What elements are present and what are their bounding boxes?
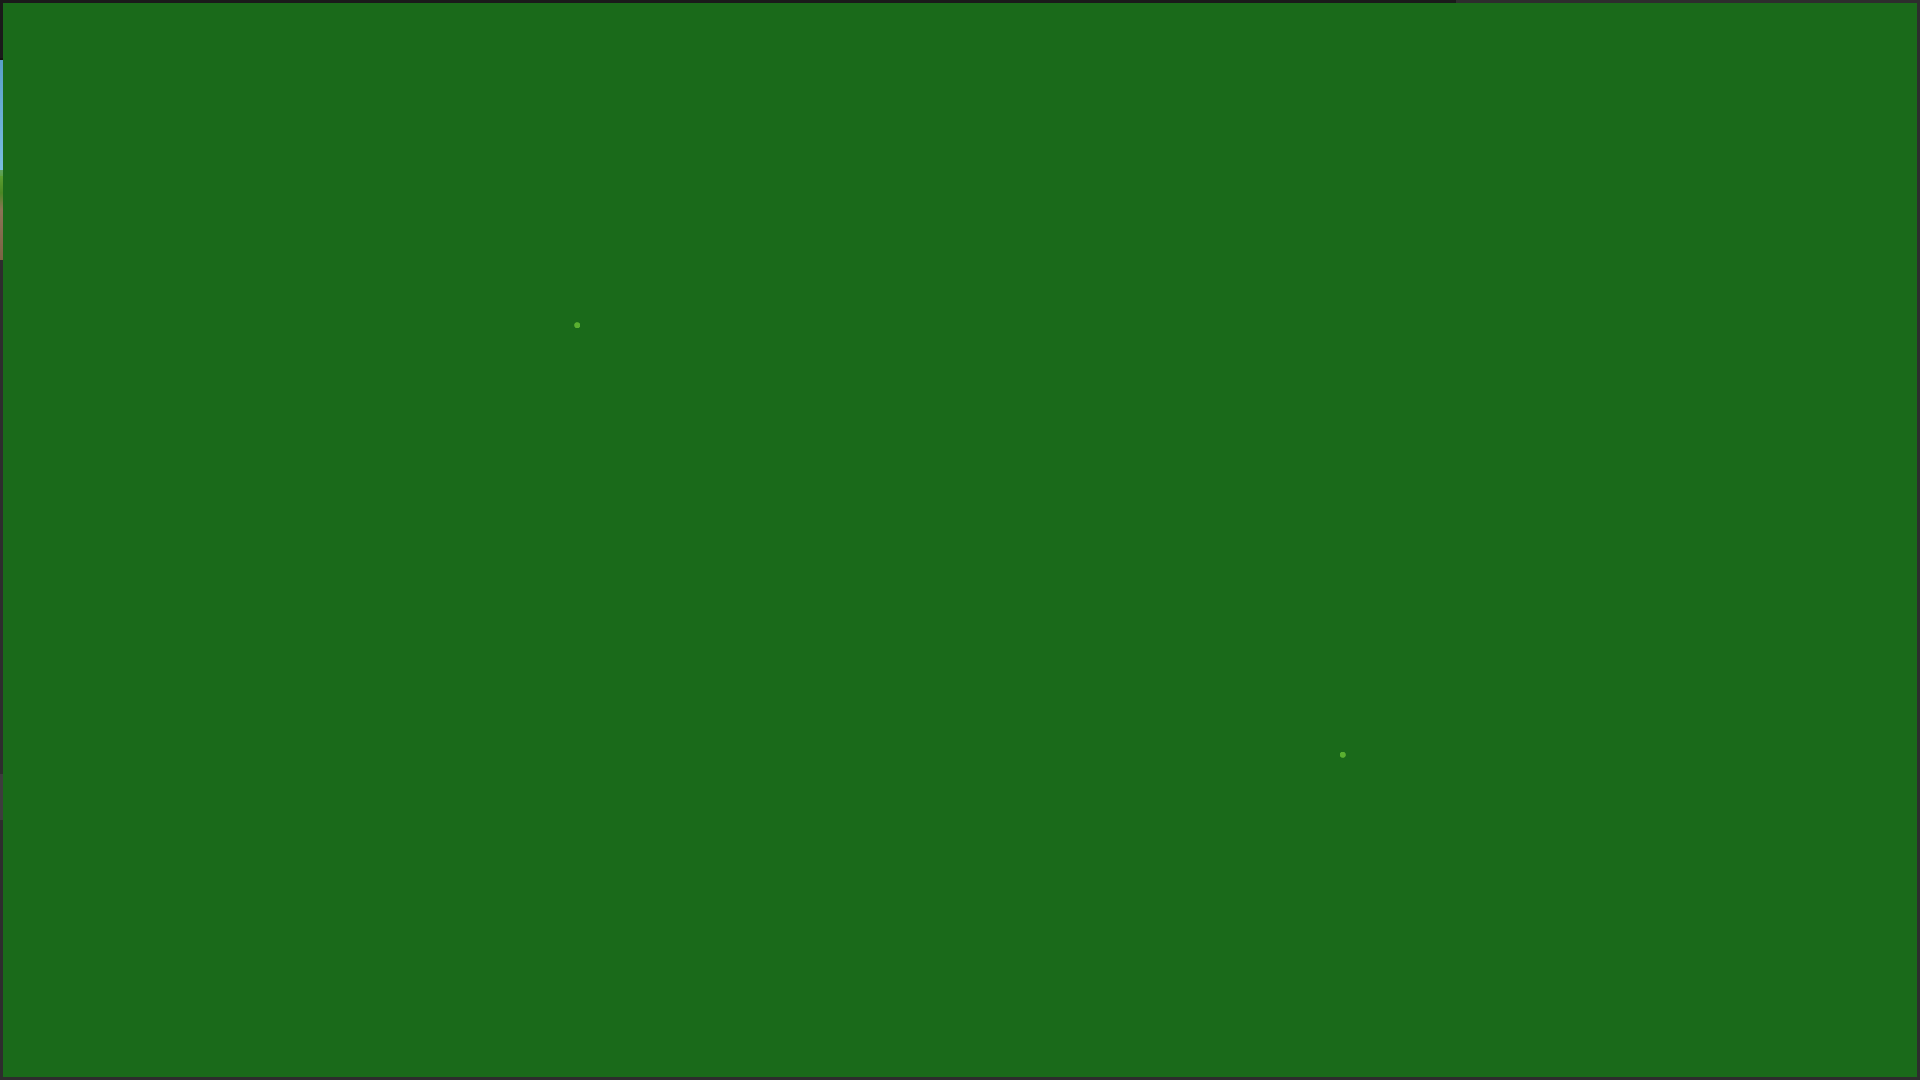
nav-items-list: General Advanced Multiplayer Cheats Reso…	[0, 390, 473, 820]
experiments-icon	[20, 788, 56, 820]
sidebar-item-experiments[interactable]: Experiments	[0, 774, 473, 820]
main-layout: CREATE Create on Realm Server General Ad…	[0, 60, 1456, 820]
sidebar: CREATE Create on Realm Server General Ad…	[0, 60, 475, 820]
